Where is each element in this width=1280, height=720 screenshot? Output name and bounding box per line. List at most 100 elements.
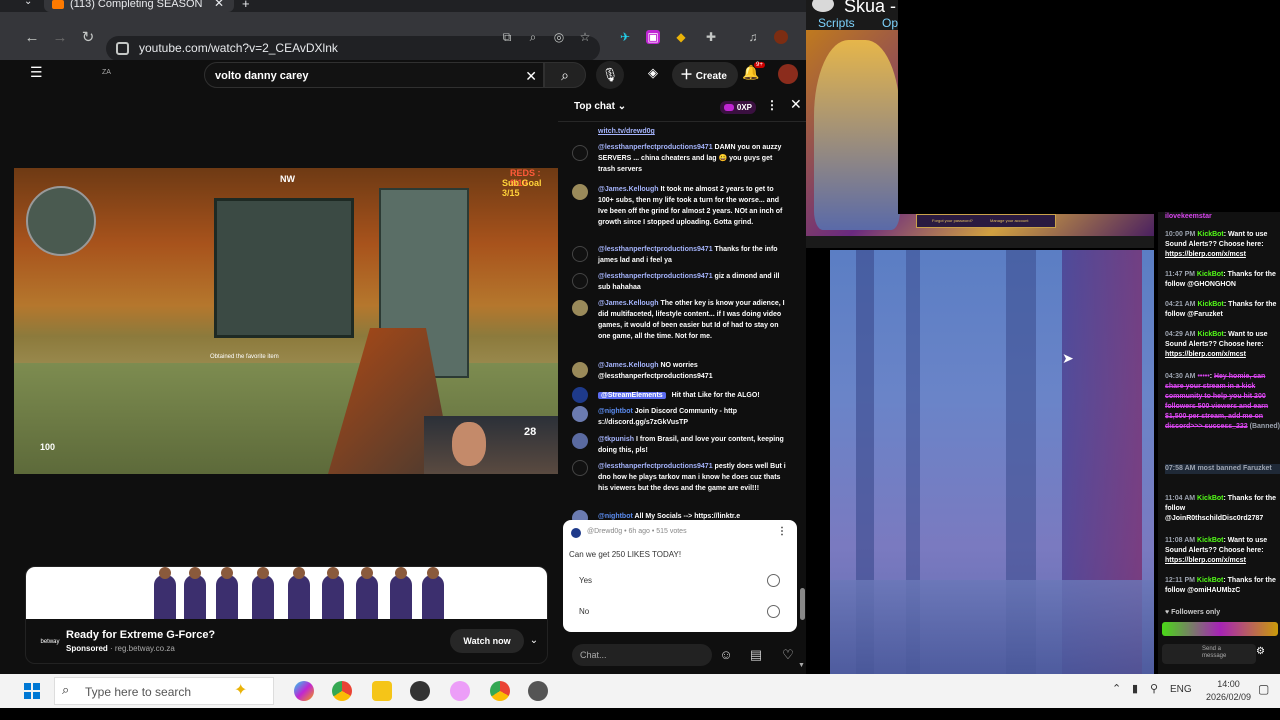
chat-author[interactable]: @James.Kellough xyxy=(598,300,659,307)
poll-radio-no[interactable] xyxy=(767,605,780,618)
kick-send-input[interactable]: Send a message xyxy=(1162,644,1256,664)
chat-author[interactable]: @nightbot xyxy=(598,408,633,415)
kick-user[interactable]: KickBot xyxy=(1197,577,1223,584)
bookmark-star-icon[interactable]: ☆ xyxy=(578,30,592,44)
kick-user[interactable]: ••••• xyxy=(1197,373,1209,380)
mic-tray-icon[interactable]: ▮ xyxy=(1132,682,1138,695)
voice-search-icon[interactable]: 🎙 xyxy=(596,61,624,89)
media-controls-icon[interactable]: ♫ xyxy=(746,30,760,44)
ad-title[interactable]: Ready for Extreme G-Force? xyxy=(66,629,215,641)
chrome-icon[interactable] xyxy=(332,681,352,701)
extensions-puzzle-icon[interactable]: ✚ xyxy=(704,30,718,44)
ad-person xyxy=(216,567,238,619)
obs-icon[interactable] xyxy=(410,681,430,701)
kick-time: 11:04 AM xyxy=(1165,495,1196,502)
extension-2-icon[interactable]: ▣ xyxy=(646,30,660,44)
kick-user[interactable]: ilovekeemstar xyxy=(1165,213,1212,220)
chat-link[interactable]: witch.tv/drewd0g xyxy=(598,128,655,135)
poll-radio-yes[interactable] xyxy=(767,574,780,587)
skua-menu-options[interactable]: Op xyxy=(882,16,898,30)
cast-icon[interactable]: ◈ xyxy=(648,65,658,81)
chat-more-icon[interactable]: ⋮ xyxy=(766,98,778,112)
install-app-icon[interactable]: ⧉ xyxy=(500,30,514,44)
kick-link[interactable]: https://blerp.com/x/mcst xyxy=(1165,557,1246,564)
poll-question: Can we get 250 LIKES TODAY! xyxy=(569,550,682,559)
close-chat-icon[interactable]: ✕ xyxy=(790,96,802,113)
tab-list-chevron-icon[interactable]: ⌄ xyxy=(24,0,32,7)
chat-scrollbar[interactable] xyxy=(800,588,805,620)
network-tray-icon[interactable]: ⚲ xyxy=(1150,682,1158,695)
skua-manage-account-link[interactable]: Manage your account xyxy=(990,218,1028,223)
chat-author[interactable]: @James.Kellough xyxy=(598,186,659,193)
windows-start-icon[interactable] xyxy=(24,683,40,699)
poll-more-icon[interactable]: ⋮ xyxy=(777,526,787,537)
new-tab-icon[interactable]: + xyxy=(242,0,250,11)
skua-forgot-password-link[interactable]: Forgot your password? xyxy=(932,218,973,223)
file-explorer-icon[interactable] xyxy=(372,681,392,701)
streamer-face xyxy=(452,422,486,466)
clock[interactable]: 14:00 2026/02/09 xyxy=(1206,678,1251,704)
scroll-down-arrow-icon[interactable]: ▼ xyxy=(798,662,805,669)
xp-badge[interactable]: 0XP xyxy=(720,101,756,114)
clear-search-icon[interactable]: ✕ xyxy=(525,63,537,89)
account-avatar[interactable] xyxy=(778,64,798,84)
kick-settings-icon[interactable]: ⚙ xyxy=(1256,646,1265,657)
poll-option-yes[interactable]: Yes xyxy=(579,576,592,585)
chat-author[interactable]: @lessthanperfectproductions9471 xyxy=(598,273,713,280)
youtube-logo[interactable]: ZA xyxy=(102,69,111,76)
search-highlight-icon[interactable]: ✦ xyxy=(234,680,247,700)
chat-author[interactable]: @lessthanperfectproductions9471 xyxy=(598,144,713,151)
kick-user[interactable]: KickBot xyxy=(1197,301,1223,308)
super-chat-icon[interactable]: ▤ xyxy=(746,645,766,665)
extension-3-icon[interactable]: ◆ xyxy=(674,30,688,44)
emoji-icon[interactable]: ☺ xyxy=(716,645,736,665)
chat-author[interactable]: @James.Kellough xyxy=(598,362,659,369)
kick-user[interactable]: KickBot xyxy=(1197,495,1223,502)
kick-link[interactable]: https://blerp.com/x/mcst xyxy=(1165,351,1246,358)
close-tab-icon[interactable]: ✕ xyxy=(214,0,224,9)
chat-input[interactable]: Chat... xyxy=(572,644,712,666)
skua-app-taskbar-icon[interactable] xyxy=(528,681,548,701)
search-input[interactable]: volto danny carey ✕ xyxy=(204,62,544,88)
search-query: volto danny carey xyxy=(215,70,309,82)
skua-menu-scripts[interactable]: Scripts xyxy=(818,16,855,30)
chat-author[interactable]: @lessthanperfectproductions9471 xyxy=(598,463,713,470)
notifications-icon[interactable]: ▢ xyxy=(1258,682,1269,696)
chat-author[interactable]: @lessthanperfectproductions9471 xyxy=(598,246,713,253)
extension-1-icon[interactable]: ✈ xyxy=(618,30,632,44)
create-button[interactable]: ＋ Create xyxy=(672,62,738,88)
profile-avatar-icon[interactable] xyxy=(774,30,788,44)
kick-user[interactable]: KickBot xyxy=(1197,231,1223,238)
watch-now-button[interactable]: Watch now xyxy=(450,629,524,653)
chat-author[interactable]: @nightbot xyxy=(598,513,633,520)
forward-icon[interactable]: → xyxy=(50,28,70,48)
tray-chevron-icon[interactable]: ⌃ xyxy=(1112,682,1121,695)
kick-user[interactable]: KickBot xyxy=(1197,271,1223,278)
kick-user[interactable]: KickBot xyxy=(1197,537,1223,544)
back-icon[interactable]: ← xyxy=(22,28,42,48)
language-indicator[interactable]: ENG xyxy=(1170,684,1192,695)
zoom-icon[interactable]: ⌕ xyxy=(526,30,540,44)
kick-user[interactable]: KickBot xyxy=(1197,331,1223,338)
chat-text: Hit that Like for the ALGO! xyxy=(671,392,760,399)
search-icon[interactable]: ⌕ xyxy=(544,62,586,88)
video-player[interactable]: NW REDS : 9/10 Sub Goal 3/15 Obtained th… xyxy=(14,168,558,474)
tab-youtube[interactable]: (113) Completing SEASON ✕ xyxy=(44,0,234,12)
chevron-down-icon[interactable]: ⌄ xyxy=(526,629,542,653)
chat-avatar xyxy=(572,145,588,161)
site-info-icon[interactable] xyxy=(116,42,129,55)
poll-option-no[interactable]: No xyxy=(579,607,589,616)
reload-icon[interactable]: ↻ xyxy=(78,28,98,48)
heart-icon[interactable]: ♡ xyxy=(778,645,798,665)
dark-window xyxy=(898,0,1280,214)
sponsored-ad[interactable]: betway Ready for Extreme G-Force? Sponso… xyxy=(25,566,548,664)
kick-link[interactable]: https://blerp.com/x/mcst xyxy=(1165,251,1246,258)
chat-mode-selector[interactable]: Top chat ⌄ xyxy=(574,90,626,124)
tracking-eye-icon[interactable]: ◎ xyxy=(552,30,566,44)
chrome-profile-icon[interactable] xyxy=(490,681,510,701)
hamburger-menu-icon[interactable]: ☰ xyxy=(30,64,43,81)
chat-author-mod[interactable]: @StreamElements xyxy=(598,392,666,399)
chat-author[interactable]: @tkpunish xyxy=(598,436,634,443)
snipping-tool-icon[interactable] xyxy=(450,681,470,701)
copilot-icon[interactable] xyxy=(294,681,314,701)
